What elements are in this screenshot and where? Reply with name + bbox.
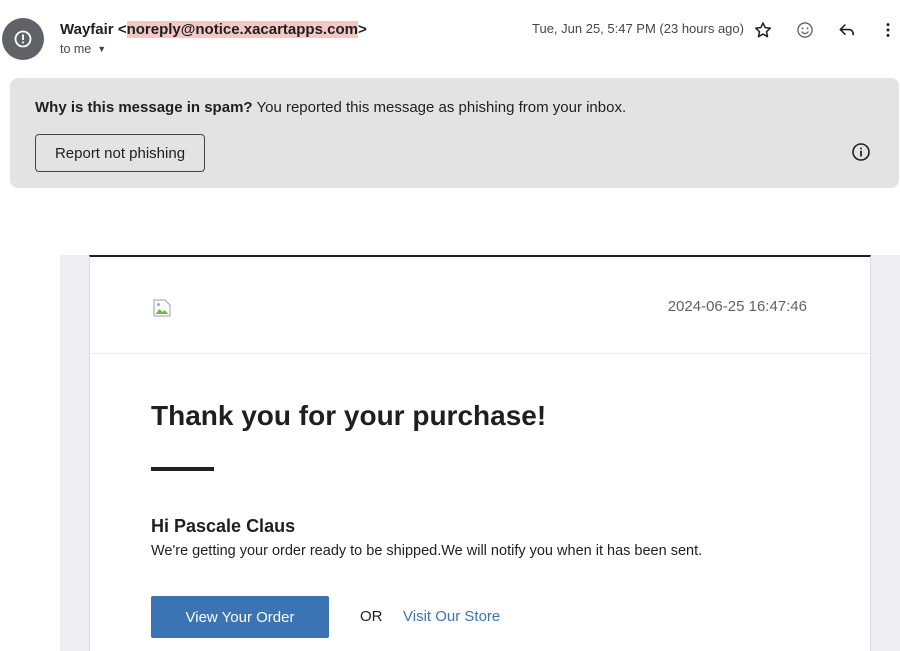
chevron-down-icon: ▼ — [97, 44, 107, 54]
or-separator: OR — [360, 608, 383, 625]
sender-avatar[interactable] — [2, 18, 44, 60]
visit-store-link[interactable]: Visit Our Store — [403, 608, 500, 625]
order-date: 2024-06-25 16:47:46 — [667, 298, 807, 315]
header-divider — [90, 353, 870, 354]
spam-warning-banner: Why is this message in spam? You reporte… — [10, 78, 899, 188]
sender-email-close-bracket: > — [357, 21, 367, 38]
sender-email-open-bracket: < — [117, 21, 127, 38]
reply-icon[interactable] — [836, 19, 858, 41]
spam-reason: You reported this message as phishing fr… — [252, 99, 627, 116]
spam-question: Why is this message in spam? — [35, 99, 253, 116]
recipient-details-toggle[interactable]: to me ▼ — [60, 42, 106, 56]
email-headline: Thank you for your purchase! — [151, 400, 547, 431]
view-order-button[interactable]: View Your Order — [151, 596, 329, 638]
emoji-icon[interactable] — [794, 19, 816, 41]
email-content: 2024-06-25 16:47:46 Thank you for your p… — [89, 255, 871, 651]
broken-image-icon — [153, 299, 171, 317]
report-not-phishing-button[interactable]: Report not phishing — [35, 134, 205, 172]
sender-name: Wayfair — [60, 21, 114, 38]
to-label: to me — [60, 42, 92, 56]
email-body-text: We're getting your order ready to be shi… — [151, 543, 703, 559]
star-icon[interactable] — [752, 19, 774, 41]
headline-accent-bar — [151, 467, 214, 471]
info-icon[interactable] — [851, 142, 871, 162]
alert-circle-icon — [14, 30, 32, 48]
message-timestamp: Tue, Jun 25, 5:47 PM (23 hours ago) — [532, 21, 744, 36]
more-vert-icon[interactable] — [877, 19, 899, 41]
sender-email: noreply@notice.xacartapps.com — [126, 21, 358, 38]
spam-explanation: Why is this message in spam? You reporte… — [35, 99, 626, 116]
sender-email-wrapper: <noreply@notice.xacartapps.com> — [118, 21, 367, 38]
sender-line: Wayfair <noreply@notice.xacartapps.com> — [60, 20, 367, 40]
greeting: Hi Pascale Claus — [151, 516, 296, 536]
